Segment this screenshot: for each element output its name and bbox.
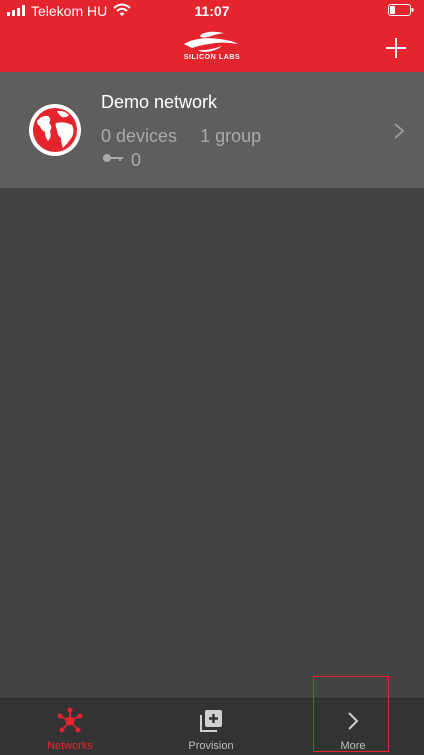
globe-icon	[29, 104, 81, 156]
key-count: 0	[131, 150, 142, 170]
network-list-item[interactable]: Demo network 0 devices 1 group 0	[0, 72, 424, 188]
tab-networks[interactable]: Networks	[0, 699, 140, 755]
silicon-labs-logo: SILICON LABS	[180, 30, 244, 63]
tab-networks-label: Networks	[47, 740, 93, 752]
top-bar: Telekom HU 11:07 SILICON LABS	[0, 0, 424, 72]
add-network-button[interactable]	[384, 36, 408, 60]
tab-provision-label: Provision	[188, 740, 234, 752]
focus-highlight	[313, 676, 389, 752]
tab-provision[interactable]: Provision	[141, 699, 281, 755]
chevron-right-icon	[394, 123, 405, 139]
clock: 11:07	[194, 3, 230, 19]
logo-text: SILICON LABS	[183, 54, 241, 61]
status-bar: Telekom HU 11:07	[0, 0, 424, 22]
provision-icon	[200, 710, 222, 732]
group-count: 1 group	[200, 126, 262, 146]
key-icon	[103, 154, 123, 162]
network-name: Demo network	[101, 92, 218, 112]
battery-icon	[388, 4, 414, 16]
device-count: 0 devices	[101, 126, 178, 146]
network-icon	[57, 707, 83, 733]
logo-mark-icon	[184, 31, 238, 52]
network-stats: 0 devices 1 group	[101, 126, 261, 147]
